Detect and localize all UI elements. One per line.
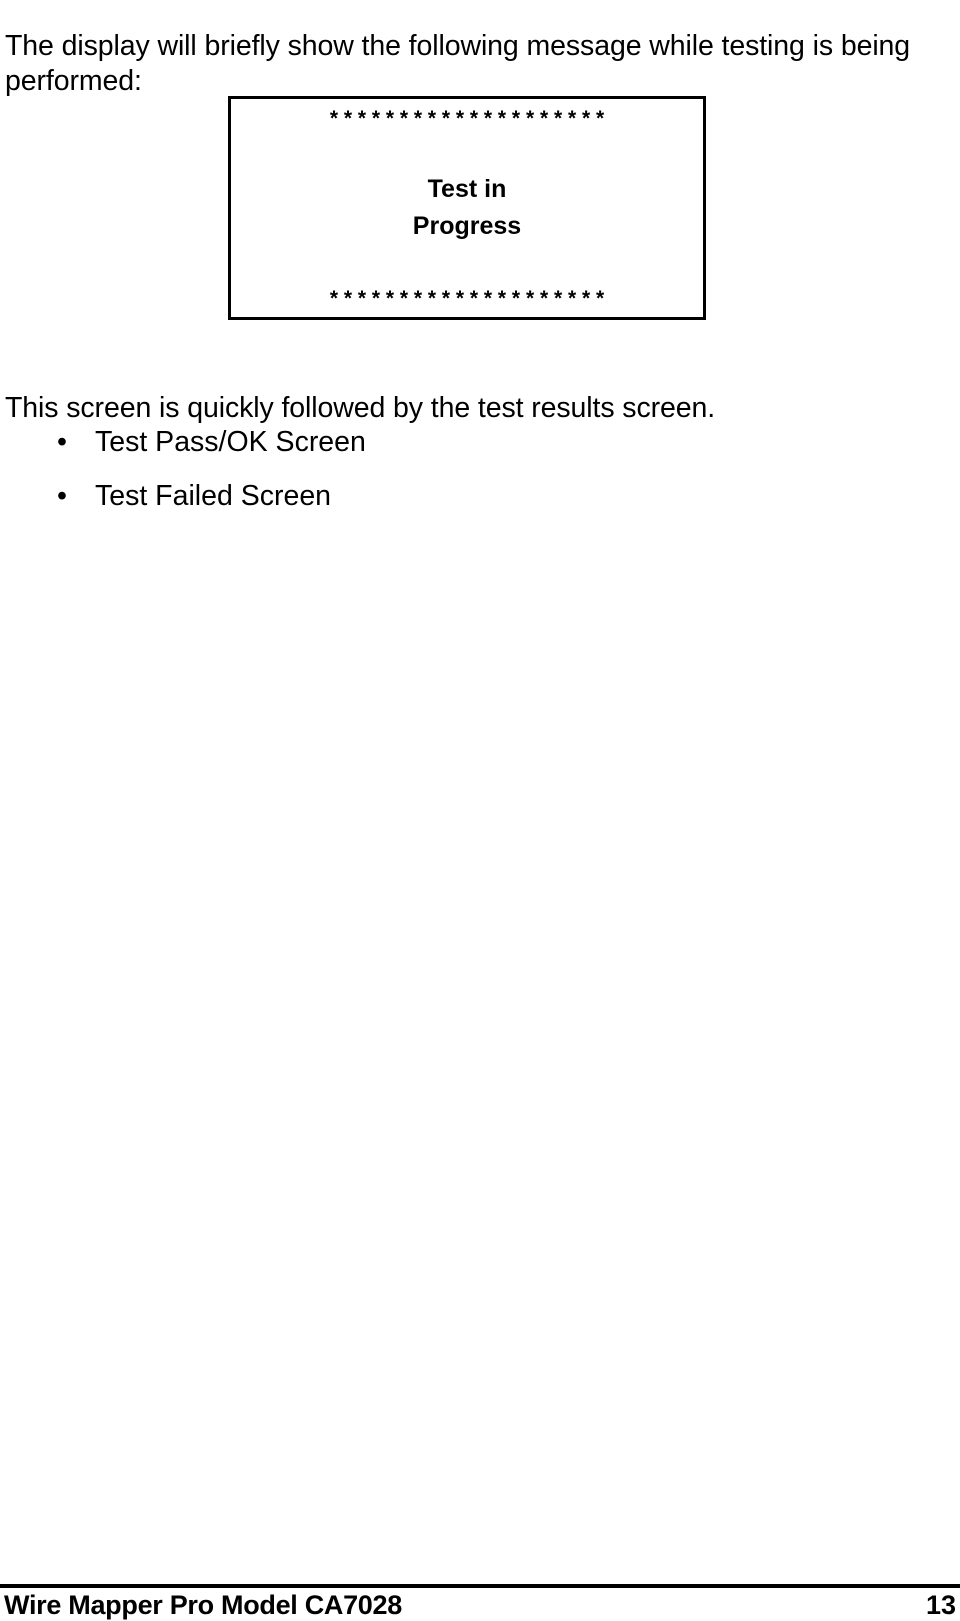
intro-paragraph: The display will briefly show the follow… [5, 29, 911, 97]
screen-list: • Test Pass/OK Screen • Test Failed Scre… [0, 415, 930, 523]
list-item-label: Test Failed Screen [95, 480, 332, 512]
footer-document-title: Wire Mapper Pro Model CA7028 [4, 1590, 402, 1620]
list-item: • Test Pass/OK Screen [0, 415, 930, 469]
document-page: The display will briefly show the follow… [0, 0, 960, 1621]
footer-page-number: 13 [925, 1590, 956, 1620]
bullet-dot-icon: • [57, 480, 67, 512]
lcd-message-line-1: Test in [427, 175, 507, 203]
page-footer: Wire Mapper Pro Model CA7028 13 [0, 1590, 960, 1621]
bullet-dot-icon: • [57, 426, 67, 458]
lcd-bottom-asterisk-row: * * * * * * * * * * * * * * * * * * * * [329, 287, 605, 310]
footer-divider [0, 1584, 960, 1588]
lcd-display-inner: * * * * * * * * * * * * * * * * * * * * … [231, 99, 703, 317]
lcd-message: Test in Progress [231, 171, 703, 245]
lcd-top-asterisk-row: * * * * * * * * * * * * * * * * * * * * [329, 107, 605, 130]
list-item: • Test Failed Screen [0, 469, 930, 523]
lcd-display-figure: * * * * * * * * * * * * * * * * * * * * … [228, 96, 706, 320]
lcd-message-line-2: Progress [412, 212, 522, 240]
list-item-label: Test Pass/OK Screen [95, 426, 366, 458]
